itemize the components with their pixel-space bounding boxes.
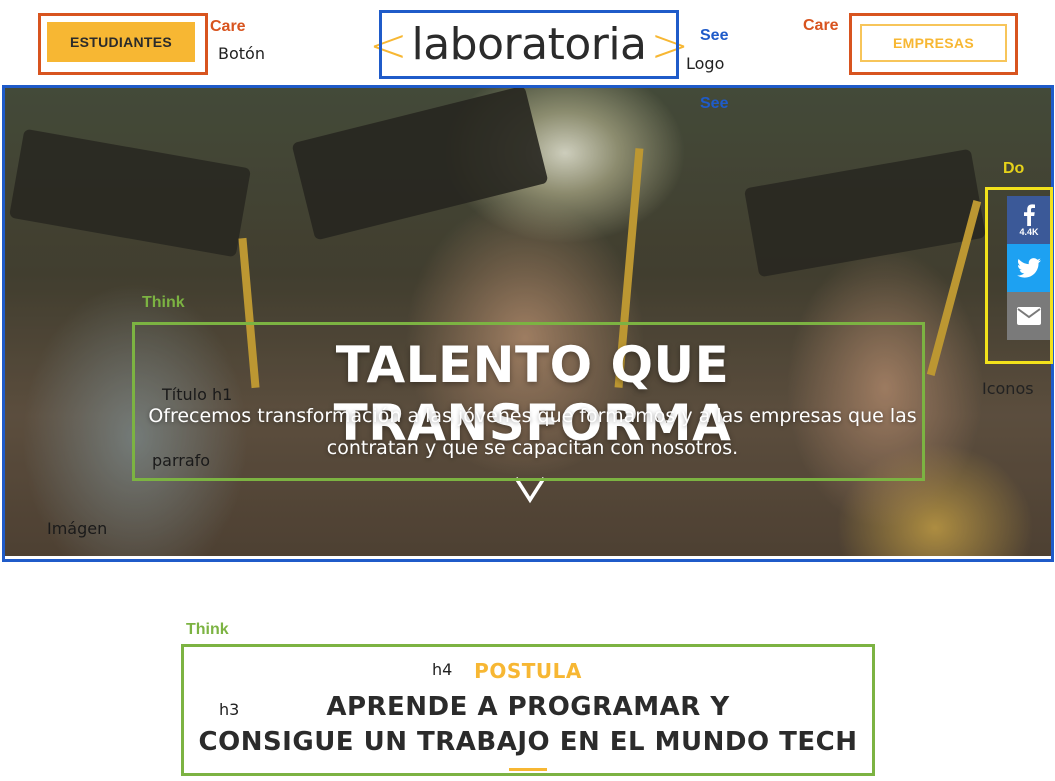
care-annotation-box-right bbox=[849, 13, 1018, 75]
paragraph-annotation-label: parrafo bbox=[152, 451, 211, 470]
care-annotation-box-left bbox=[38, 13, 208, 75]
see-tag-logo: See bbox=[700, 27, 729, 44]
button-annotation-label: Botón bbox=[218, 44, 265, 63]
section-heading-line2: CONSIGUE UN TRABAJO EN EL MUNDO TECH bbox=[198, 727, 858, 757]
care-tag-left: Care bbox=[210, 18, 246, 35]
image-annotation-label: Imágen bbox=[47, 519, 108, 538]
think-tag-section: Think bbox=[186, 621, 229, 638]
section-accent-line bbox=[509, 768, 547, 771]
title-annotation-label: Título h1 bbox=[162, 385, 233, 404]
think-annotation-box-hero bbox=[132, 322, 925, 481]
see-annotation-box-logo bbox=[379, 10, 679, 79]
section-heading-line1: APRENDE A PROGRAMAR Y bbox=[326, 692, 730, 722]
icons-annotation-label: Iconos bbox=[982, 379, 1034, 398]
think-tag-hero: Think bbox=[142, 294, 185, 311]
see-tag-hero: See bbox=[700, 95, 729, 112]
section-subheading: POSTULA bbox=[474, 659, 582, 683]
do-tag-icons: Do bbox=[1003, 160, 1025, 177]
care-tag-right: Care bbox=[803, 17, 839, 34]
do-annotation-box-icons bbox=[985, 187, 1053, 364]
page: ESTUDIANTES Care Botón < laboratoria > S… bbox=[0, 0, 1055, 781]
logo-annotation-label: Logo bbox=[686, 54, 725, 73]
section-heading: APRENDE A PROGRAMAR Y CONSIGUE UN TRABAJ… bbox=[183, 690, 873, 760]
